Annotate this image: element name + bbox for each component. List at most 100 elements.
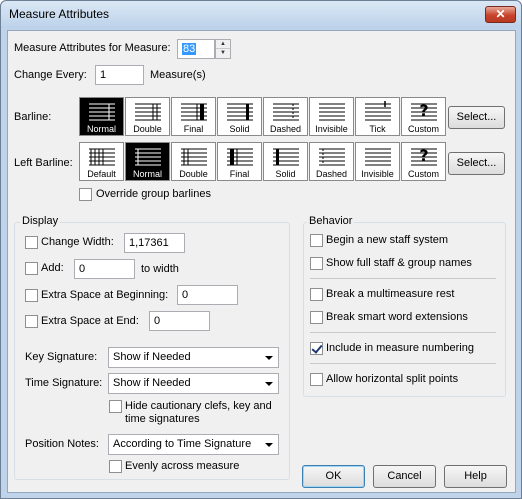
left-barline-option-label: Custom [407,169,439,179]
time-signature-select[interactable]: Show if Needed [108,373,279,394]
full-staff-checkbox[interactable] [310,257,323,270]
break-smart-label: Break smart word extensions [326,311,468,323]
barline-double-icon [134,103,161,121]
chevron-down-icon [265,356,273,360]
behavior-group [303,222,506,397]
override-group-label: Override group barlines [96,188,211,200]
measure-number-stepper[interactable]: ▲ ▼ [215,39,231,59]
add-field[interactable]: 0 [74,259,135,279]
close-button[interactable]: ✕ [485,6,516,23]
change-width-label: Change Width: [41,236,114,248]
behavior-divider [310,278,496,279]
barline-double-button[interactable]: Double [125,97,170,136]
ok-button[interactable]: OK [302,465,365,488]
new-staff-checkbox[interactable] [310,234,323,247]
split-points-checkbox[interactable] [310,373,323,386]
include-numbering-checkbox[interactable] [310,342,323,355]
left-barline-double-button[interactable]: Double [171,142,216,181]
help-button[interactable]: Help [444,465,507,488]
break-smart-checkbox[interactable] [310,311,323,324]
break-multi-checkbox[interactable] [310,288,323,301]
left-barline-option-label: Invisible [361,169,394,179]
add-suffix: to width [141,263,179,275]
left-barline-default-button[interactable]: Default [79,142,124,181]
position-notes-select[interactable]: According to Time Signature [108,434,279,455]
left-barline-custom-button[interactable]: ? Custom [401,142,446,181]
barline-dashed-icon [318,148,345,166]
change-every-field[interactable]: 1 [95,65,144,85]
barline-select-button[interactable]: Select... [448,106,505,129]
include-numbering-label: Include in measure numbering [326,342,474,354]
barline-dashed-button[interactable]: Dashed [263,97,308,136]
barline-normal-button[interactable]: Normal [79,97,124,136]
barline-custom-button[interactable]: ? Custom [401,97,446,136]
barline-option-label: Dashed [269,124,302,134]
change-every-unit: Measure(s) [150,69,206,81]
position-notes-value: According to Time Signature [113,438,252,450]
hide-cautionary-label-line2: time signatures [125,413,200,425]
barline-invisible-icon [364,148,391,166]
new-staff-label: Begin a new staff system [326,234,449,246]
extra-begin-field[interactable]: 0 [177,285,238,305]
barline-final-button[interactable]: Final [171,97,216,136]
barline-dashed-icon [272,103,299,121]
time-signature-label: Time Signature: [25,377,103,389]
left-barline-option-label: Final [229,169,250,179]
barline-custom-icon: ? [410,101,437,121]
behavior-divider [310,363,496,364]
extra-begin-checkbox[interactable] [25,289,38,302]
title-bar[interactable]: Measure Attributes ✕ [1,1,521,28]
svg-text:?: ? [419,101,428,120]
left-barline-option-label: Default [87,169,116,179]
barline-final-icon [226,148,253,166]
split-points-label: Allow horizontal split points [326,373,459,385]
left-barline-final-button[interactable]: Final [217,142,262,181]
cancel-button[interactable]: Cancel [373,465,436,488]
left-barline-buttons: Default Normal Double Final Solid Dashed [79,142,447,181]
add-checkbox[interactable] [25,262,38,275]
barline-tick-icon [364,101,391,121]
position-notes-label: Position Notes: [25,438,99,450]
extra-begin-label: Extra Space at Beginning: [41,289,169,301]
chevron-down-icon [265,382,273,386]
barline-option-label: Normal [86,124,116,134]
stepper-down-icon[interactable]: ▼ [216,49,230,58]
measure-number-value: 83 [182,43,197,55]
barline-normal-icon [88,103,115,121]
barline-tick-button[interactable]: Tick [355,97,400,136]
barline-option-label: Tick [369,124,386,134]
barline-final-icon [180,103,207,121]
change-width-field[interactable]: 1,17361 [124,233,185,253]
left-barline-invisible-button[interactable]: Invisible [355,142,400,181]
barline-solid-icon [272,148,299,166]
evenly-checkbox[interactable] [109,460,122,473]
stepper-up-icon[interactable]: ▲ [216,40,230,49]
barline-invisible-button[interactable]: Invisible [309,97,354,136]
left-barline-normal-button[interactable]: Normal [125,142,170,181]
full-staff-label: Show full staff & group names [326,257,472,269]
key-signature-select[interactable]: Show if Needed [108,347,279,368]
extra-end-checkbox[interactable] [25,315,38,328]
extra-end-label: Extra Space at End: [41,315,139,327]
hide-cautionary-checkbox[interactable] [109,400,122,413]
barline-solid-button[interactable]: Solid [217,97,262,136]
left-barline-solid-button[interactable]: Solid [263,142,308,181]
barline-option-label: Invisible [315,124,348,134]
left-barline-select-button[interactable]: Select... [448,152,505,175]
left-barline-dashed-button[interactable]: Dashed [309,142,354,181]
time-signature-value: Show if Needed [113,377,191,389]
measure-label: Measure Attributes for Measure: [14,42,171,54]
measure-number-field[interactable]: 83 [177,39,215,59]
barline-default-icon [88,148,115,166]
override-group-checkbox[interactable] [79,188,92,201]
dialog-window: Measure Attributes ✕ Measure Attributes … [0,0,522,499]
barline-option-label: Custom [407,124,439,134]
extra-end-field[interactable]: 0 [149,311,210,331]
add-label: Add: [41,262,64,274]
barline-option-label: Solid [229,124,250,134]
hide-cautionary-label: Hide cautionary clefs, key and [125,400,272,412]
display-group-title: Display [20,215,61,227]
change-width-checkbox[interactable] [25,236,38,249]
window-title: Measure Attributes [9,7,110,21]
barline-invisible-icon [318,103,345,121]
